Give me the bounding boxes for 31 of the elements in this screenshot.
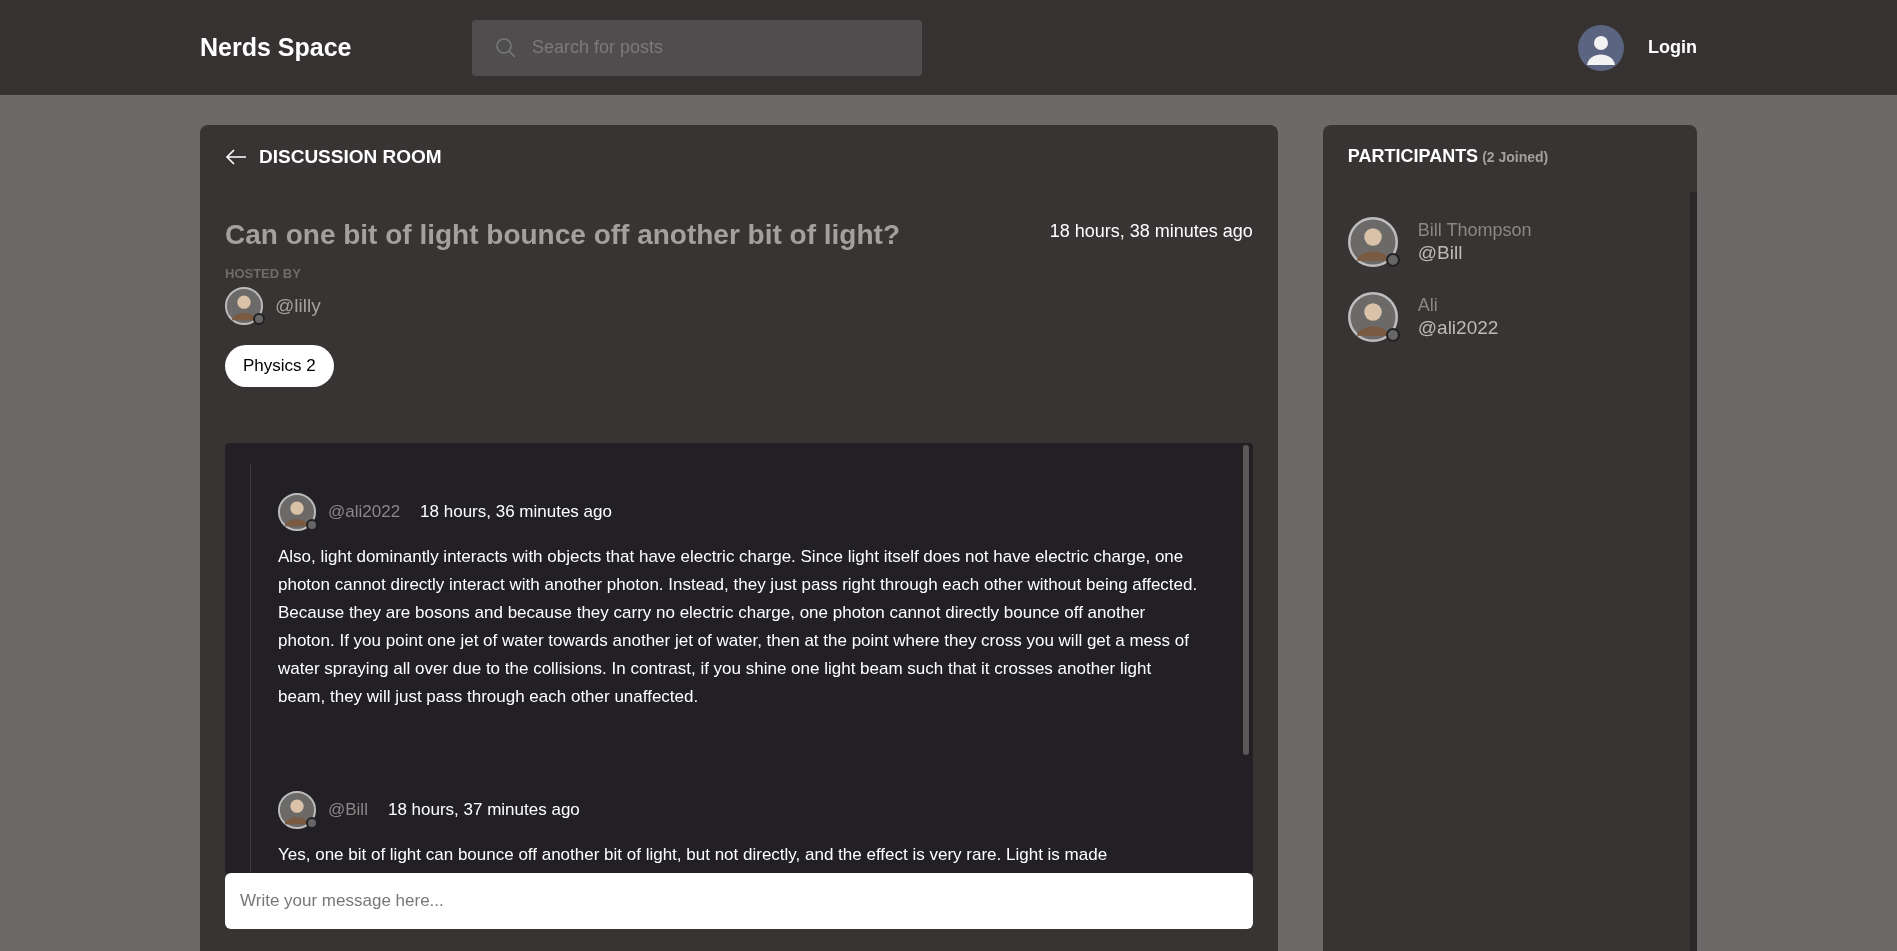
discussion-title: Can one bit of light bounce off another bit of light?	[225, 217, 900, 252]
participant-item[interactable]: Bill Thompson @Bill	[1347, 217, 1665, 267]
logo[interactable]: Nerds Space	[200, 28, 472, 67]
topic-tag[interactable]: Physics 2	[225, 345, 334, 387]
message-text: Also, light dominantly interacts with objects that have electric charge. Since light itself does not have electric charge, one photon cannot directly interact with another photon. Instead, they just pass right through each other without being affected. Because they are bosons and because they carry no electric charge, one photon cannot directly bounce off another photon. If you point one jet of water towards another jet of water, then at the point where they cross you will get a mess of water spraying all over due to the collisions. In contrast, if you shine one light beam such that it crosses another light beam, they will just pass through each other unaffected.	[278, 545, 1198, 708]
participants-count: (2 Joined)	[1482, 148, 1549, 167]
message-time: 18 hours, 37 minutes ago	[387, 798, 580, 821]
avatar-icon	[225, 287, 263, 325]
avatar-icon	[278, 492, 316, 531]
message-time: 18 hours, 36 minutes ago	[420, 500, 612, 523]
post-time: 18 hours, 38 minutes ago	[1049, 219, 1253, 243]
login-button[interactable]: Login	[1648, 34, 1697, 61]
message-input[interactable]: Write your message here...	[225, 872, 1253, 929]
user-avatar-icon[interactable]	[1578, 24, 1624, 71]
avatar-icon	[1347, 292, 1398, 342]
back-arrow-icon[interactable]	[225, 148, 247, 167]
hosted-by-label: HOSTED BY	[225, 264, 302, 283]
panel-title: DISCUSSION ROOM	[259, 145, 442, 169]
message-author[interactable]: @Bill	[328, 796, 368, 823]
search-icon	[494, 35, 518, 60]
message-author[interactable]: @ali2022	[328, 498, 401, 525]
participant-name: Ali	[1417, 293, 1439, 317]
participant-item[interactable]: Ali @ali2022	[1347, 292, 1665, 342]
avatar-icon	[1347, 217, 1398, 267]
avatar-icon	[278, 790, 316, 829]
participants-title: PARTICIPANTS	[1347, 145, 1479, 168]
participant-handle: @Bill	[1417, 241, 1464, 266]
message-text: Yes, one bit of light can bounce off another bit of light, but not directly, and the effect is very rare. Light is made	[278, 843, 1109, 866]
participant-name: Bill Thompson	[1417, 218, 1532, 242]
participant-handle: @ali2022	[1417, 316, 1499, 341]
host-handle[interactable]: @lilly	[275, 291, 321, 321]
